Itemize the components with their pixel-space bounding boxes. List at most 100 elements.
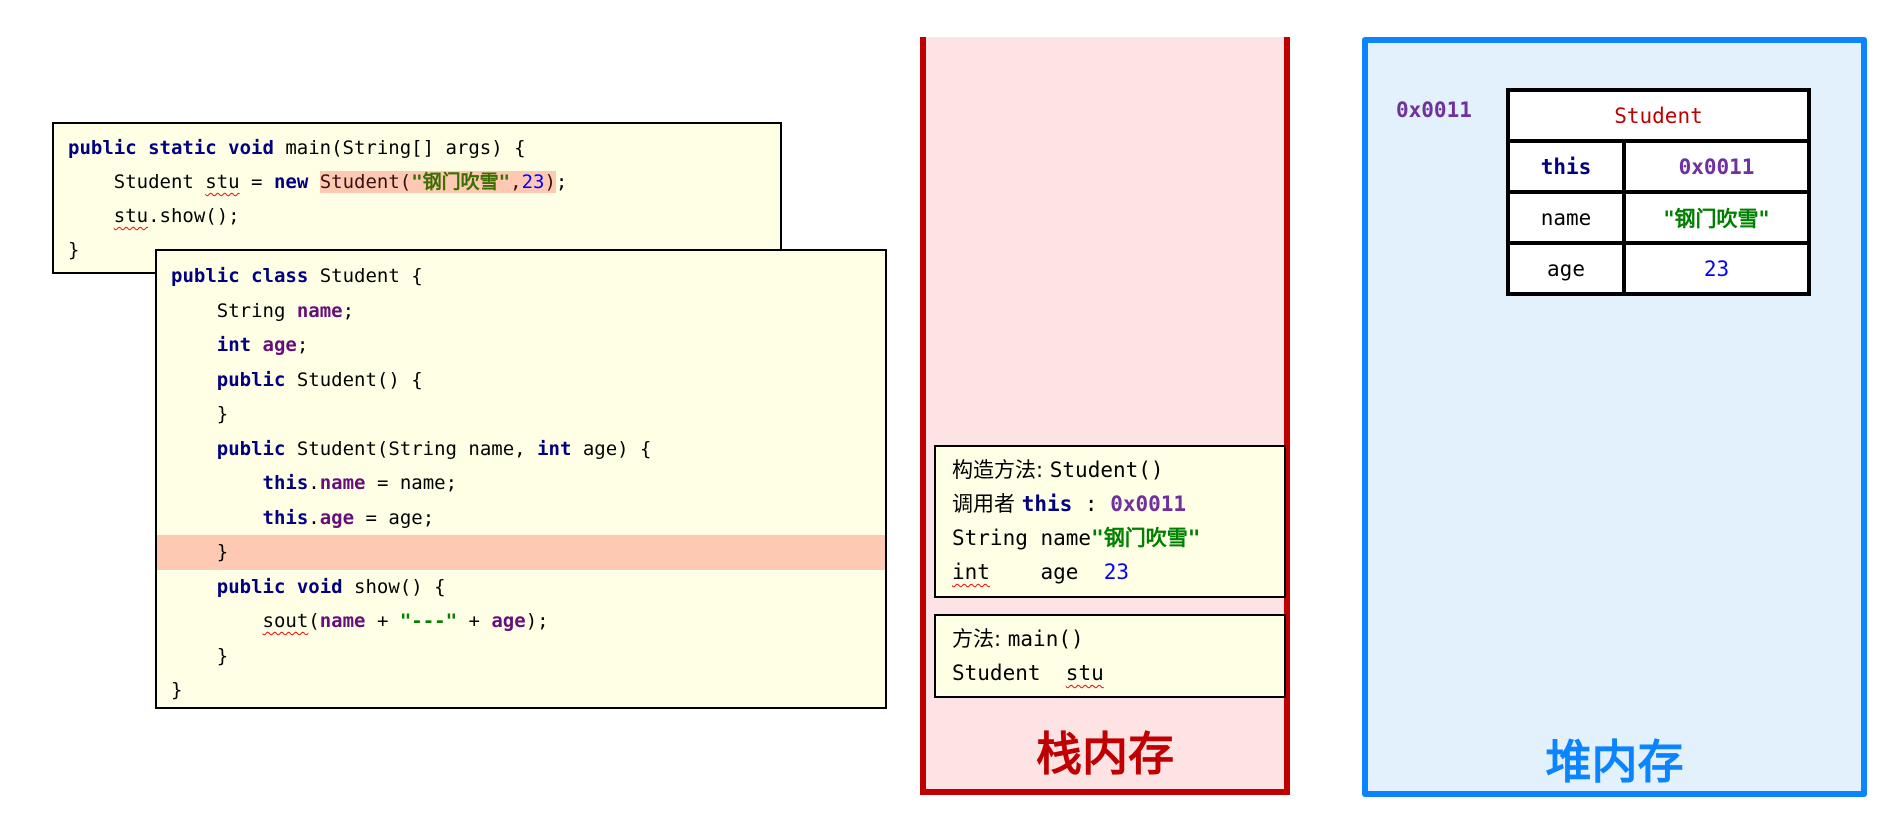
code-token: } bbox=[171, 644, 229, 667]
code-line: this.name = name; bbox=[157, 466, 885, 500]
code-token: String bbox=[171, 299, 297, 322]
code-line: Student stu = new Student("钢门吹雪",23); bbox=[54, 165, 780, 199]
code-token: int bbox=[216, 334, 263, 356]
code-token: public static void bbox=[68, 137, 286, 159]
code-line: String name"钢门吹雪" bbox=[936, 521, 1284, 555]
code-token: Student( bbox=[319, 171, 412, 193]
heap-memory-label: 堆内存 bbox=[1545, 735, 1684, 789]
stack-memory-area: 构造方法: Student() 调用者 this : 0x0011 String n… bbox=[920, 37, 1290, 795]
code-token: = bbox=[239, 171, 274, 193]
code-token: main(String[] args) { bbox=[285, 137, 526, 159]
code-token: Student bbox=[952, 661, 1066, 685]
code-token: name bbox=[319, 472, 366, 494]
code-line: stu.show(); bbox=[54, 199, 780, 233]
object-address-label: 0x0011 bbox=[1396, 98, 1472, 122]
code-token: + bbox=[365, 610, 400, 632]
code-line: String name; bbox=[157, 294, 885, 328]
code-token: name bbox=[296, 299, 343, 322]
student-class-code-box: public class Student { String name; int … bbox=[155, 249, 887, 709]
code-token: . bbox=[308, 506, 320, 529]
object-field-row: age 23 bbox=[1506, 241, 1811, 296]
code-token: 0x0011 bbox=[1110, 492, 1187, 516]
code-token: ; bbox=[296, 334, 309, 356]
code-token: name bbox=[319, 610, 366, 632]
code-token: . bbox=[308, 472, 320, 494]
code-token: } bbox=[171, 403, 229, 425]
code-token: String name bbox=[952, 526, 1092, 550]
code-token: stu bbox=[1065, 661, 1104, 685]
stack-frame-constructor: 构造方法: Student() 调用者 this : 0x0011 String n… bbox=[934, 445, 1286, 598]
field-value: "钢门吹雪" bbox=[1622, 190, 1811, 245]
code-line: public static void main(String[] args) { bbox=[54, 131, 780, 165]
code-token: this bbox=[1021, 492, 1073, 516]
code-line: 方法: main() bbox=[936, 622, 1284, 656]
object-field-row: this 0x0011 bbox=[1506, 139, 1811, 194]
code-token: age) { bbox=[582, 437, 652, 460]
stack-memory-label: 栈内存 bbox=[1036, 727, 1174, 781]
field-name: name bbox=[1506, 190, 1626, 245]
code-token: ; bbox=[555, 171, 568, 193]
code-token: ) bbox=[544, 171, 556, 193]
code-token: Student() { bbox=[296, 368, 423, 391]
code-token: "钢门吹雪" bbox=[1091, 526, 1201, 550]
code-line: } bbox=[157, 397, 885, 431]
code-line: int age 23 bbox=[936, 555, 1284, 589]
code-token: "---" bbox=[399, 610, 458, 632]
code-token: public void bbox=[216, 575, 355, 598]
code-line: sout(name + "---" + age); bbox=[157, 604, 885, 638]
code-token: = age; bbox=[354, 506, 435, 529]
code-token: .show(); bbox=[148, 205, 240, 227]
code-line: } bbox=[157, 535, 885, 569]
object-header-row: Student bbox=[1506, 88, 1811, 143]
code-token: Student() bbox=[1049, 458, 1164, 482]
code-token: public bbox=[216, 437, 297, 460]
code-token: stu bbox=[113, 205, 149, 227]
code-token: 构造方法: bbox=[952, 458, 1050, 482]
code-line: 构造方法: Student() bbox=[936, 453, 1284, 487]
stack-frame-main: 方法: main() Student stu bbox=[934, 614, 1286, 698]
code-token: Student bbox=[68, 171, 206, 193]
code-token: public bbox=[216, 368, 297, 391]
code-token: ); bbox=[525, 610, 549, 632]
code-token: : bbox=[1072, 492, 1111, 516]
code-line: public Student(String name, int age) { bbox=[157, 432, 885, 466]
code-token: age bbox=[262, 334, 297, 356]
code-token: ; bbox=[342, 299, 355, 322]
code-token: age bbox=[319, 506, 355, 529]
code-token: = name; bbox=[365, 472, 458, 494]
code-line: Student stu bbox=[936, 656, 1284, 690]
code-line: public class Student { bbox=[157, 259, 885, 293]
code-token: age bbox=[491, 610, 526, 632]
object-field-row: name "钢门吹雪" bbox=[1506, 190, 1811, 245]
field-value: 0x0011 bbox=[1622, 139, 1811, 194]
heap-memory-area: 0x0011 Student this 0x0011 name "钢门吹雪" a… bbox=[1362, 37, 1867, 797]
code-token: 23 bbox=[1103, 560, 1130, 584]
code-token: sout bbox=[262, 610, 309, 632]
code-line: 调用者 this : 0x0011 bbox=[936, 487, 1284, 521]
code-token: "钢门吹雪" bbox=[411, 171, 511, 193]
code-line: int age; bbox=[157, 328, 885, 362]
code-token: Student { bbox=[319, 265, 423, 287]
code-token: main() bbox=[1007, 627, 1084, 651]
code-token: stu bbox=[205, 171, 240, 193]
code-token: show() { bbox=[354, 575, 446, 598]
code-line: public Student() { bbox=[157, 363, 885, 397]
code-line: } bbox=[157, 639, 885, 673]
code-token: Student(String name, bbox=[296, 437, 538, 460]
code-line: } bbox=[157, 673, 885, 707]
field-name: age bbox=[1506, 241, 1626, 296]
code-token: 调用者 bbox=[952, 492, 1022, 516]
object-class-name: Student bbox=[1506, 88, 1811, 143]
code-token: } bbox=[171, 679, 183, 701]
code-token: ( bbox=[308, 610, 320, 632]
code-line: this.age = age; bbox=[157, 501, 885, 535]
student-object-table: Student this 0x0011 name "钢门吹雪" age 23 bbox=[1506, 88, 1811, 296]
